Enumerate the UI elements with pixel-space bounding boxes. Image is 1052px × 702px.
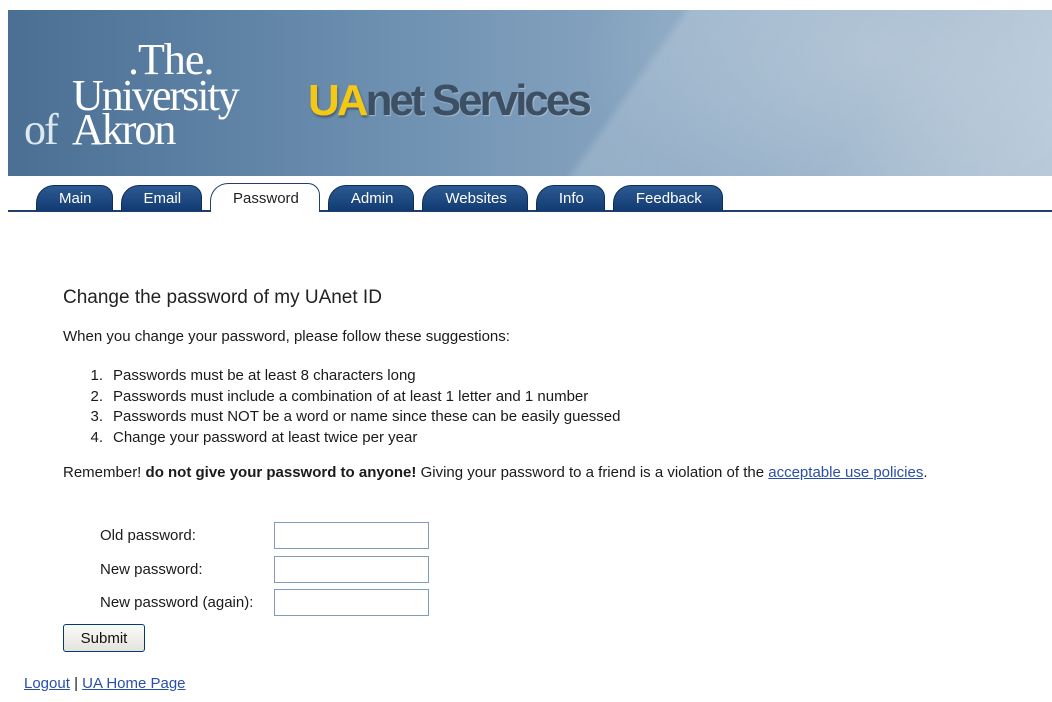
remember-period: . <box>923 464 928 481</box>
list-item: 4. Change your password at least twice pe… <box>73 428 620 449</box>
confirm-password-label: New password (again): <box>100 594 254 611</box>
logo-akron: Akron <box>72 105 176 154</box>
uanet-services-brand: UAnet Services <box>308 76 592 126</box>
footer-separator: | <box>74 675 78 692</box>
new-password-label: New password: <box>100 561 203 578</box>
list-item-number: 1. <box>90 367 103 384</box>
tab-feedback[interactable]: Feedback <box>612 185 723 211</box>
brand-ua: UA <box>308 76 369 125</box>
password-rules-list: 1. Passwords must be at least 8 character… <box>73 366 620 448</box>
tab-main[interactable]: Main <box>36 185 113 211</box>
logo-of: of <box>24 105 59 154</box>
tab-bar: Main Email Password Admin Websites Info … <box>36 183 731 213</box>
footer-links: Logout | UA Home Page <box>24 675 186 692</box>
remember-notice: Remember! do not give your password to a… <box>63 464 928 481</box>
list-item: 3. Passwords must NOT be a word or name s… <box>73 407 620 428</box>
confirm-password-field[interactable] <box>274 589 429 616</box>
logout-link[interactable]: Logout <box>24 675 70 692</box>
list-item-number: 3. <box>90 408 103 425</box>
brand-net-services: net Services <box>365 76 592 125</box>
list-item: 2. Passwords must include a combination o… <box>73 387 620 408</box>
banner-swoosh <box>572 10 1052 176</box>
tab-info[interactable]: Info <box>535 185 605 211</box>
old-password-field[interactable] <box>274 522 429 549</box>
tab-websites[interactable]: Websites <box>422 185 528 211</box>
remember-prefix: Remember! <box>63 464 142 481</box>
ua-home-page-link[interactable]: UA Home Page <box>82 675 185 692</box>
submit-button[interactable]: Submit <box>63 624 145 652</box>
list-item: 1. Passwords must be at least 8 character… <box>73 366 620 387</box>
list-item-text: Passwords must NOT be a word or name sin… <box>113 408 621 425</box>
tab-password[interactable]: Password <box>210 183 320 213</box>
main-content: Change the password of my UAnet ID When … <box>63 286 1043 652</box>
tab-email[interactable]: Email <box>120 185 203 211</box>
list-item-number: 2. <box>90 387 103 405</box>
acceptable-use-policies-link[interactable]: acceptable use policies <box>768 464 923 481</box>
list-item-text: Passwords must include a combination of … <box>113 387 589 405</box>
old-password-label: Old password: <box>100 527 196 544</box>
list-item-number: 4. <box>90 428 103 446</box>
new-password-field[interactable] <box>274 556 429 583</box>
university-logo[interactable]: .The. University of Akron <box>22 36 272 156</box>
tab-admin[interactable]: Admin <box>327 185 415 211</box>
header-banner: .The. University of Akron UAnet Services <box>8 10 1052 176</box>
list-item-text: Change your password at least twice per … <box>113 428 418 446</box>
intro-text: When you change your password, please fo… <box>63 328 510 345</box>
page-title: Change the password of my UAnet ID <box>63 287 382 308</box>
list-item-text: Passwords must be at least 8 characters … <box>113 367 416 384</box>
remember-warning: do not give your password to anyone! <box>145 464 417 481</box>
remember-text: Giving your password to a friend is a vi… <box>420 464 765 481</box>
